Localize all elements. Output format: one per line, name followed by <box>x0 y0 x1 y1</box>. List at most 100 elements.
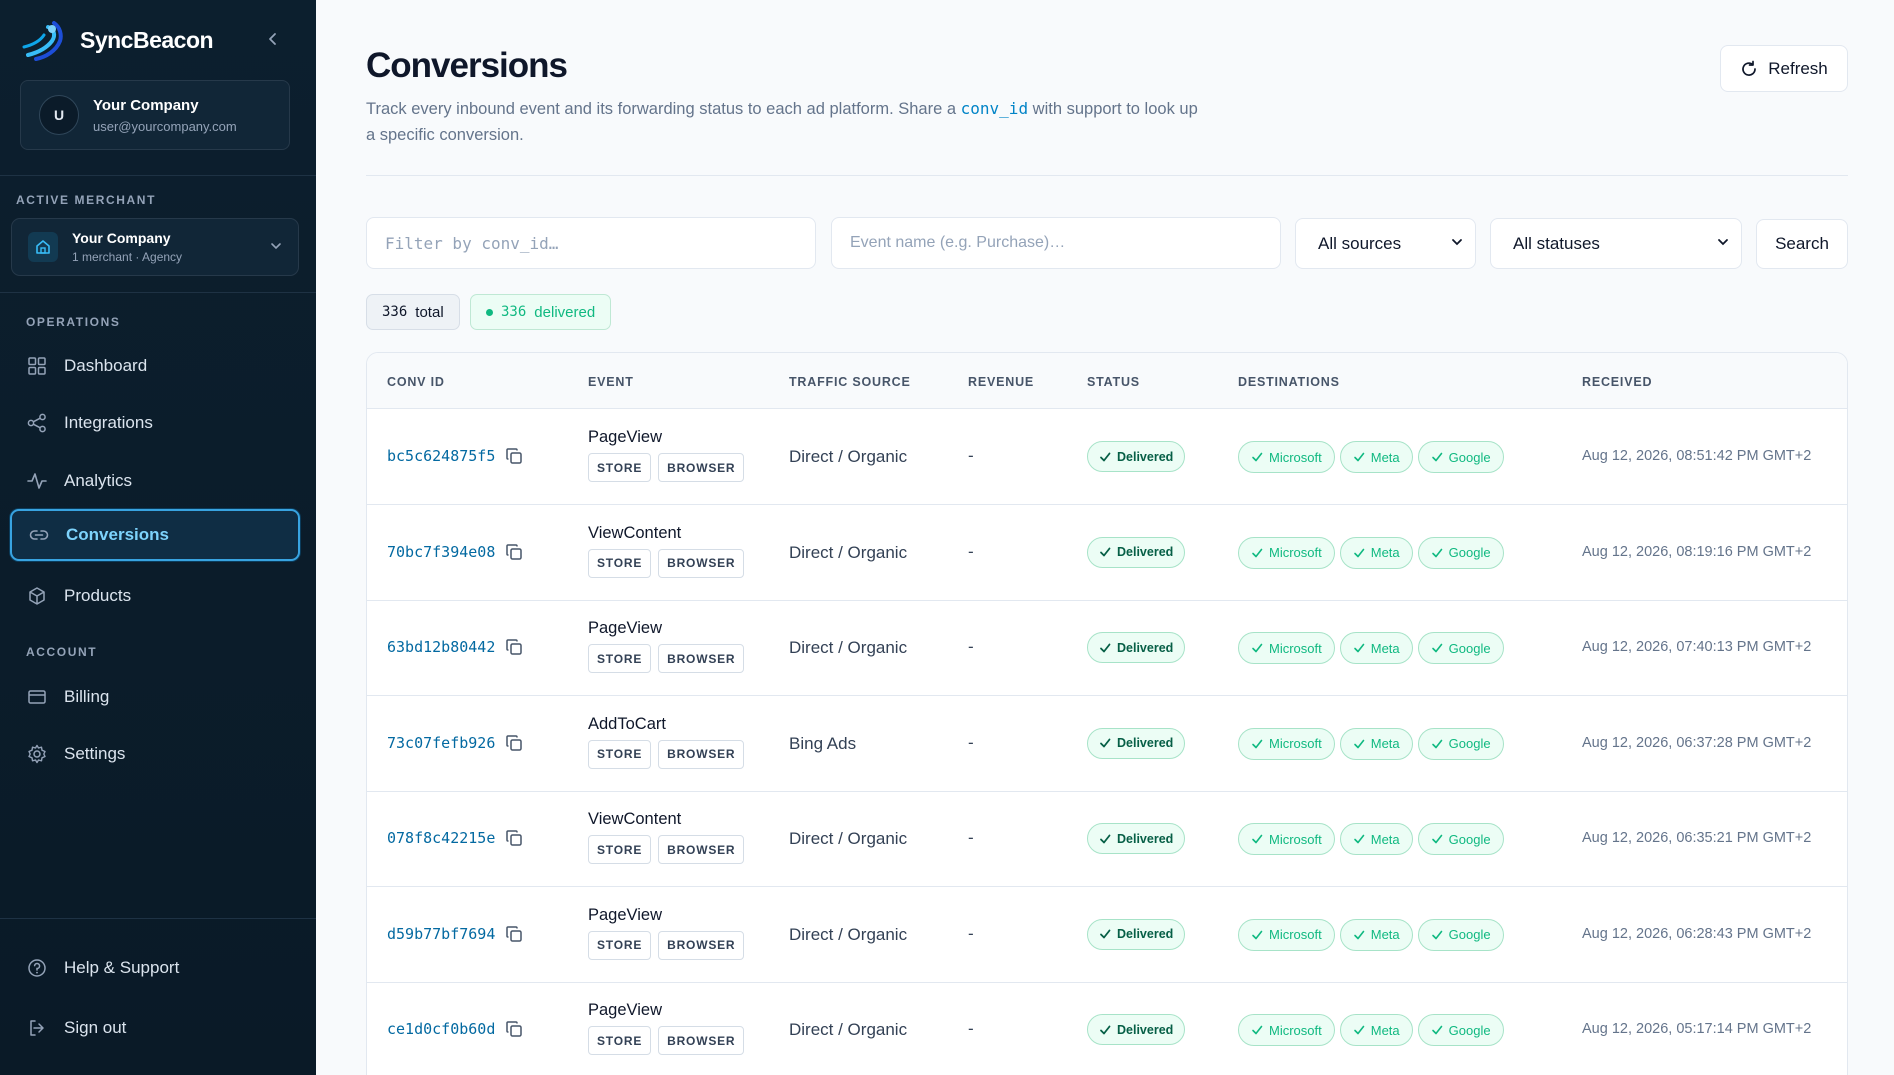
tag-badge: STORE <box>588 453 652 482</box>
tag-badge: BROWSER <box>658 930 745 960</box>
revenue: - <box>968 1019 974 1038</box>
destination-badge: Google <box>1417 536 1504 569</box>
table-row[interactable]: 73c07fefb926 AddToCart STORE BROWSER Bin… <box>367 696 1847 792</box>
help-circle-icon <box>26 957 48 979</box>
col-status: STATUS <box>1087 375 1140 389</box>
nav-label: Analytics <box>64 471 133 490</box>
copy-icon[interactable] <box>505 543 523 561</box>
collapse-sidebar-icon[interactable] <box>262 28 284 50</box>
status-label: Delivered <box>1117 1022 1174 1037</box>
event-cell: AddToCart STORE BROWSER <box>588 715 745 769</box>
conv-id-link[interactable]: 70bc7f394e08 <box>387 543 495 561</box>
conv-id-link[interactable]: ce1d0cf0b60d <box>387 1020 495 1038</box>
nav-help-support[interactable]: Help & Support <box>10 942 300 994</box>
destination-label: Google <box>1448 545 1491 560</box>
nav-dashboard[interactable]: Dashboard <box>10 340 300 392</box>
operations-label: OPERATIONS <box>26 315 121 329</box>
delivered-count: 336 <box>501 304 527 320</box>
received-timestamp: Aug 12, 2026, 07:40:13 PM GMT+2 <box>1582 639 1812 655</box>
destination-badge: Microsoft <box>1238 918 1335 951</box>
refresh-button[interactable]: Refresh <box>1720 45 1848 92</box>
nav-conversions[interactable]: Conversions <box>10 509 300 561</box>
destination-badge: Google <box>1417 632 1504 664</box>
table-row[interactable]: 63bd12b80442 PageView STORE BROWSER Dire… <box>367 600 1847 696</box>
nav-integrations[interactable]: Integrations <box>10 397 300 449</box>
destination-label: Meta <box>1370 449 1400 465</box>
received-timestamp: Aug 12, 2026, 08:51:42 PM GMT+2 <box>1582 448 1812 464</box>
source-select[interactable]: All sources <box>1295 218 1476 269</box>
check-icon <box>1431 643 1442 653</box>
copy-icon[interactable] <box>505 447 523 465</box>
destination-label: Microsoft <box>1269 927 1322 942</box>
event-cell: PageView STORE BROWSER <box>588 1001 745 1055</box>
credit-card-icon <box>26 686 48 708</box>
copy-icon[interactable] <box>505 1020 523 1038</box>
tag-badge: STORE <box>588 548 652 578</box>
conv-id-filter-input[interactable] <box>366 217 816 269</box>
syncbeacon-logo-icon <box>22 21 63 61</box>
nav-products[interactable]: Products <box>10 570 300 622</box>
destination-badge: Meta <box>1339 536 1413 569</box>
destination-badge: Microsoft <box>1238 727 1335 760</box>
check-icon <box>1100 643 1111 652</box>
user-card[interactable]: U Your Company user@yourcompany.com <box>20 80 290 150</box>
table-row[interactable]: 70bc7f394e08 ViewContent STORE BROWSER D… <box>367 505 1847 601</box>
destination-label: Microsoft <box>1269 1022 1322 1038</box>
tag-badge: STORE <box>588 1026 652 1055</box>
destination-badge: Microsoft <box>1238 632 1335 664</box>
traffic-source: Direct / Organic <box>789 542 908 562</box>
copy-icon[interactable] <box>505 638 523 656</box>
destination-badge: Google <box>1417 727 1504 760</box>
merchant-selector[interactable]: Your Company 1 merchant · Agency <box>11 218 299 276</box>
nav-settings[interactable]: Settings <box>10 728 300 780</box>
nav-billing[interactable]: Billing <box>10 671 300 723</box>
table-row[interactable]: ce1d0cf0b60d PageView STORE BROWSER Dire… <box>367 982 1847 1075</box>
check-icon <box>1252 548 1263 557</box>
revenue: - <box>968 446 974 465</box>
traffic-source: Direct / Organic <box>789 447 908 466</box>
active-merchant-label: ACTIVE MERCHANT <box>16 193 156 207</box>
event-name-filter-input[interactable] <box>831 217 1281 269</box>
conv-id-link[interactable]: 078f8c42215e <box>387 829 495 847</box>
conv-id-link[interactable]: 63bd12b80442 <box>387 638 495 656</box>
destinations-cell: Microsoft Meta Google <box>1238 918 1504 951</box>
check-icon <box>1431 452 1442 462</box>
traffic-source: Direct / Organic <box>789 1020 908 1039</box>
destination-badge: Meta <box>1339 918 1413 951</box>
destination-label: Microsoft <box>1269 640 1322 656</box>
copy-icon[interactable] <box>505 734 523 752</box>
nav-label: Conversions <box>66 525 169 544</box>
user-company-name: Your Company <box>93 96 199 114</box>
destinations-cell: Microsoft Meta Google <box>1238 536 1504 569</box>
col-revenue: REVENUE <box>968 375 1035 389</box>
destination-label: Google <box>1448 927 1491 942</box>
sidebar: SyncBeacon U Your Company user@yourcompa… <box>0 0 316 1075</box>
check-icon <box>1431 834 1442 844</box>
event-name: PageView <box>588 905 663 924</box>
search-button[interactable]: Search <box>1756 219 1848 269</box>
received-timestamp: Aug 12, 2026, 06:28:43 PM GMT+2 <box>1582 925 1812 942</box>
copy-icon[interactable] <box>505 829 523 847</box>
conv-id-link[interactable]: 73c07fefb926 <box>387 734 495 752</box>
conv-id-link[interactable]: bc5c624875f5 <box>387 447 495 465</box>
conv-id-link[interactable]: d59b77bf7694 <box>387 925 495 943</box>
status-select[interactable]: All statuses <box>1490 218 1742 269</box>
table-row[interactable]: 078f8c42215e ViewContent STORE BROWSER D… <box>367 791 1847 887</box>
nav-analytics[interactable]: Analytics <box>10 455 300 507</box>
table-row[interactable]: bc5c624875f5 PageView STORE BROWSER Dire… <box>367 409 1847 505</box>
received-timestamp: Aug 12, 2026, 06:37:28 PM GMT+2 <box>1582 734 1812 751</box>
table-row[interactable]: d59b77bf7694 PageView STORE BROWSER Dire… <box>367 887 1847 983</box>
brand[interactable]: SyncBeacon <box>22 18 214 62</box>
chevron-down-icon <box>270 239 282 255</box>
refresh-label: Refresh <box>1768 58 1828 78</box>
destination-badge: Meta <box>1339 1014 1413 1046</box>
event-name: ViewContent <box>588 810 682 828</box>
conversions-table: CONV ID EVENT TRAFFIC SOURCE REVENUE STA… <box>366 352 1848 1075</box>
destinations-cell: Microsoft Meta Google <box>1238 823 1504 855</box>
check-icon <box>1100 738 1111 748</box>
destination-badge: Google <box>1417 441 1504 473</box>
status-label: Delivered <box>1117 640 1174 655</box>
nav-sign-out[interactable]: Sign out <box>10 1002 300 1054</box>
copy-icon[interactable] <box>505 925 523 943</box>
status-badge: Delivered <box>1087 727 1186 759</box>
